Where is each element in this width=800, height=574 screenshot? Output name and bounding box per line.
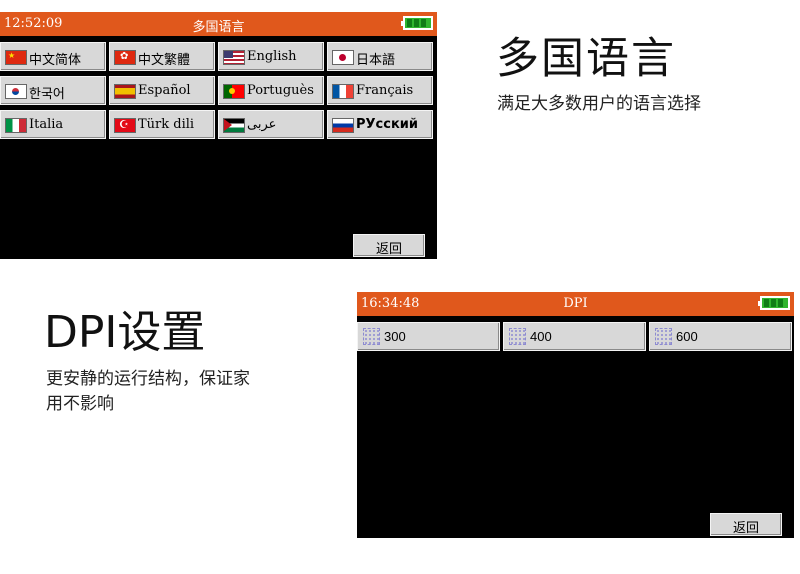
dpi-option-300[interactable]: 300 xyxy=(357,322,500,351)
back-button[interactable]: 返回 xyxy=(353,234,425,257)
flag-arabic-icon xyxy=(223,118,245,133)
language-button-pt[interactable]: Portuguès xyxy=(218,76,324,105)
language-label: 한국어 xyxy=(29,87,65,102)
flag-france-icon xyxy=(332,84,354,99)
screen-title: 多国语言 xyxy=(192,20,245,35)
dpi-label: 600 xyxy=(676,329,698,344)
dpi-grid-icon xyxy=(655,328,672,345)
flag-italy-icon xyxy=(5,118,27,133)
language-titlebar: 12:52:09 多国语言 xyxy=(0,12,437,36)
dpi-subtext-line1: 更安静的运行结构，保证家 xyxy=(46,369,250,389)
flag-china-icon: ★ xyxy=(5,50,27,65)
dpi-subtext-line2: 用不影响 xyxy=(46,394,114,414)
language-label: Español xyxy=(138,83,191,98)
language-label: 中文简体 xyxy=(29,53,82,68)
screen-title: DPI xyxy=(563,296,588,311)
flag-usa-icon xyxy=(223,50,245,65)
language-label: Türk dili xyxy=(138,117,195,132)
dpi-option-400[interactable]: 400 xyxy=(503,322,646,351)
language-label: Italia xyxy=(29,117,64,132)
flag-japan-icon xyxy=(332,50,354,65)
language-label: Français xyxy=(356,83,414,98)
language-subtext: 满足大多数用户的语言选择 xyxy=(497,94,701,114)
language-button-es[interactable]: Español xyxy=(109,76,215,105)
language-screen: 12:52:09 多国语言 ★ 中文简体 ✿ 中文繁體 English 日本語 … xyxy=(0,12,437,259)
back-button[interactable]: 返回 xyxy=(710,513,782,536)
flag-spain-icon xyxy=(114,84,136,99)
battery-icon xyxy=(401,16,433,30)
language-button-fr[interactable]: Français xyxy=(327,76,433,105)
battery-icon xyxy=(758,296,790,310)
dpi-grid-icon xyxy=(363,328,380,345)
language-button-ar[interactable]: عربى xyxy=(218,110,324,139)
flag-turkey-icon: ☪ xyxy=(114,118,136,133)
language-button-it[interactable]: Italia xyxy=(0,110,106,139)
language-button-ru[interactable]: РУсский xyxy=(327,110,433,139)
dpi-screen: 16:34:48 DPI 300 400 600 返回 xyxy=(357,292,794,538)
language-button-en[interactable]: English xyxy=(218,42,324,71)
language-heading: 多国语言 xyxy=(496,34,676,84)
dpi-grid-icon xyxy=(509,328,526,345)
dpi-heading: DPI设置 xyxy=(44,307,206,358)
language-button-tr[interactable]: ☪ Türk dili xyxy=(109,110,215,139)
dpi-label: 400 xyxy=(530,329,552,344)
language-label: English xyxy=(247,49,297,64)
language-button-zh-tw[interactable]: ✿ 中文繁體 xyxy=(109,42,215,71)
dpi-option-600[interactable]: 600 xyxy=(649,322,792,351)
language-label: 中文繁體 xyxy=(138,53,191,68)
dpi-titlebar: 16:34:48 DPI xyxy=(357,292,794,316)
language-button-ko[interactable]: 한국어 xyxy=(0,76,106,105)
language-button-ja[interactable]: 日本語 xyxy=(327,42,433,71)
flag-portugal-icon xyxy=(223,84,245,99)
language-label: عربى xyxy=(247,117,277,132)
language-label: РУсский xyxy=(356,117,419,132)
language-label: 日本語 xyxy=(356,53,396,68)
flag-russia-icon xyxy=(332,118,354,133)
language-button-zh-cn[interactable]: ★ 中文简体 xyxy=(0,42,106,71)
dpi-label: 300 xyxy=(384,329,406,344)
flag-hongkong-icon: ✿ xyxy=(114,50,136,65)
flag-korea-icon xyxy=(5,84,27,99)
language-label: Portuguès xyxy=(247,83,314,98)
